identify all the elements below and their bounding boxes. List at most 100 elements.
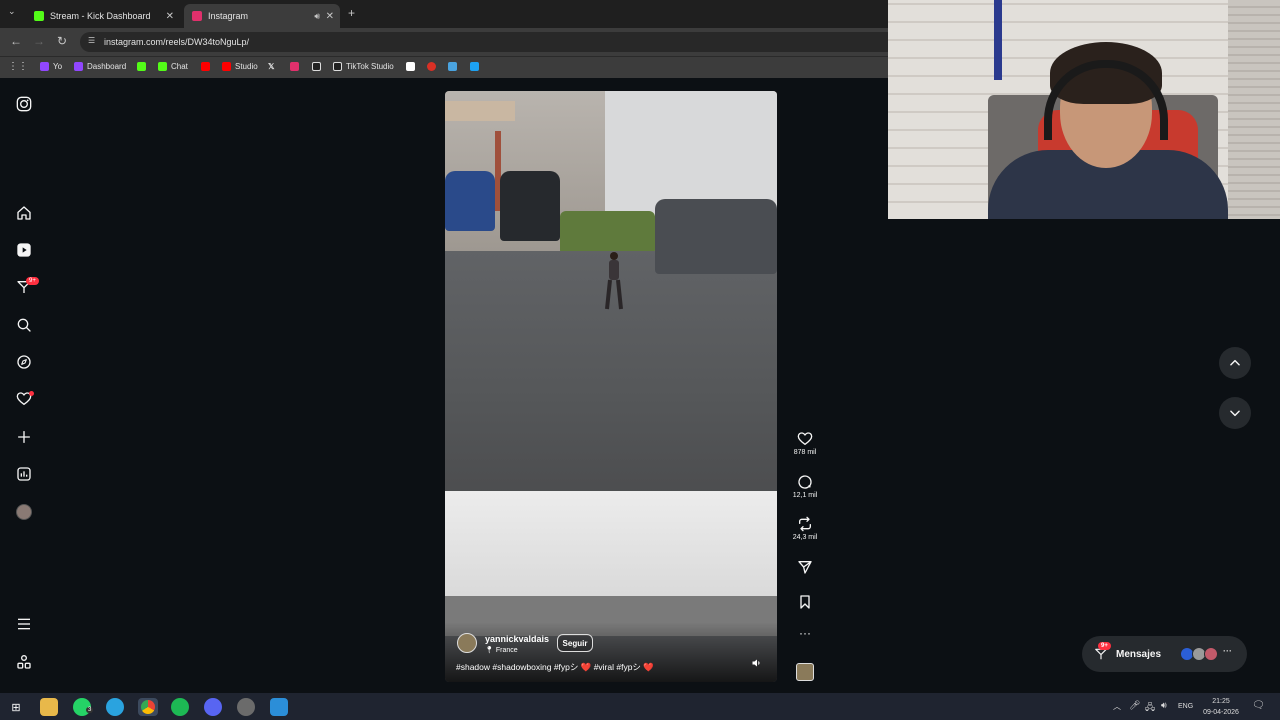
bookmark-tiktok-studio[interactable]: TikTok Studio (333, 62, 394, 71)
close-tab-icon[interactable]: ✕ (326, 11, 334, 22)
chevron-down-icon (1230, 410, 1240, 417)
messages-button[interactable]: 9+ Mensajes ··· (1082, 636, 1247, 672)
reload-button[interactable]: ↻ (57, 34, 67, 48)
instagram-logo-icon[interactable] (16, 96, 32, 112)
scene-grass (560, 211, 655, 256)
comment-action[interactable]: 12,1 mil (789, 474, 821, 499)
network-icon[interactable]: 🖧︎ (1145, 700, 1155, 716)
obs-icon[interactable] (237, 698, 255, 716)
author-name[interactable]: yannickvaldais (485, 634, 549, 644)
tab-title: Stream - Kick Dashboard (50, 11, 151, 21)
bookmark-yo[interactable]: Yo (40, 62, 62, 71)
windows-start-icon[interactable]: ⊞ (7, 698, 25, 716)
url-input[interactable]: ☰ instagram.com/reels/DW34toNguLp/ (80, 32, 888, 52)
share-icon[interactable] (797, 559, 813, 575)
share-action[interactable] (789, 559, 821, 575)
sparkle-icon (448, 62, 457, 71)
kick-icon (158, 62, 167, 71)
tray-chevron-icon[interactable]: ︿ (1113, 701, 1121, 712)
twitch-icon (74, 62, 83, 71)
repost-icon[interactable] (797, 516, 813, 532)
create-plus-icon[interactable] (16, 429, 32, 445)
messages-badge: 9+ (1098, 642, 1111, 650)
clock-date: 09-04-2026 (1203, 709, 1239, 716)
input-language[interactable]: ENG (1178, 703, 1193, 710)
youtube-icon (201, 62, 210, 71)
like-heart-icon[interactable] (797, 431, 813, 447)
previous-reel-button[interactable] (1219, 347, 1251, 379)
system-clock[interactable]: 21:25 09-04-2026 (1196, 696, 1246, 718)
spotify-icon[interactable] (171, 698, 189, 716)
telegram-icon[interactable] (106, 698, 124, 716)
tab-kick-dashboard[interactable]: Stream - Kick Dashboard ✕ (26, 4, 180, 28)
scene-blue-car (445, 171, 495, 231)
search-icon[interactable] (16, 317, 32, 333)
twitch-icon (40, 62, 49, 71)
bookmark-tiktok[interactable] (312, 62, 325, 71)
audio-thumbnail[interactable] (796, 663, 814, 681)
webcam-flag (994, 0, 1002, 80)
discord-icon[interactable] (204, 698, 222, 716)
bookmark-icon[interactable] (797, 594, 813, 610)
author-location[interactable]: 📍︎ France (485, 646, 518, 654)
home-icon[interactable] (16, 205, 32, 221)
scene-person (605, 252, 623, 310)
microphone-icon[interactable]: 🎤︎ (1129, 700, 1140, 711)
activity-dot (29, 391, 34, 396)
bookmark-instagram[interactable] (290, 62, 303, 71)
youtube-icon (222, 62, 231, 71)
bookmark-youtube[interactable] (201, 62, 214, 71)
speaker-icon[interactable]: 🔊︎ (314, 11, 320, 22)
save-action[interactable] (789, 594, 821, 610)
next-reel-button[interactable] (1219, 397, 1251, 429)
explore-icon[interactable] (16, 354, 32, 370)
author-avatar[interactable] (457, 633, 477, 653)
clock-time: 21:25 (1212, 698, 1230, 705)
close-tab-icon[interactable]: ✕ (166, 11, 174, 22)
tab-instagram[interactable]: Instagram 🔊︎ ✕ (184, 4, 340, 28)
new-tab-button[interactable]: + (348, 6, 355, 20)
webcam-overlay (888, 0, 1280, 219)
comment-count: 12,1 mil (792, 492, 818, 499)
back-button[interactable]: ← (10, 34, 22, 48)
bookmark-studio[interactable]: Studio (222, 62, 258, 71)
bookmark-kick[interactable] (137, 62, 150, 71)
site-info-icon[interactable]: ☰ (88, 36, 95, 45)
messages-label: Mensajes (1116, 648, 1162, 660)
bookmark-x[interactable]: 𝕏 (268, 62, 274, 71)
scene-awning (445, 101, 515, 121)
file-explorer-icon[interactable] (40, 698, 58, 716)
bookmark-extra-4[interactable] (470, 62, 483, 71)
bookmark-dashboard[interactable]: Dashboard (74, 62, 126, 71)
chrome-icon[interactable] (138, 698, 158, 716)
profile-avatar[interactable] (16, 504, 32, 520)
apps-grid-icon[interactable]: ⋮⋮ (8, 61, 28, 72)
follow-button[interactable]: Seguir (557, 634, 593, 652)
bookmark-chat[interactable]: Chat (158, 62, 188, 71)
volume-icon[interactable] (751, 657, 763, 669)
bookmark-extra-2[interactable] (427, 62, 440, 71)
app-icon[interactable] (270, 698, 288, 716)
notification-badge: 9+ (26, 277, 39, 285)
scene-grey-suv (655, 199, 777, 274)
menu-icon[interactable] (16, 616, 32, 632)
reel-caption[interactable]: #shadow #shadowboxing #fypシ ❤️ #viral #f… (456, 661, 654, 673)
app-icon (470, 62, 479, 71)
volume-icon[interactable]: 🔊︎ (1161, 700, 1167, 711)
tab-search-icon[interactable]: ⌄ (8, 6, 16, 17)
tab-title: Instagram (208, 11, 249, 21)
bookmark-extra-1[interactable] (406, 62, 419, 71)
like-action[interactable]: 878 mil (789, 431, 821, 456)
notifications-icon[interactable]: 🗨︎ (1252, 700, 1265, 711)
repost-action[interactable]: 24,3 mil (789, 516, 821, 541)
also-from-meta-icon[interactable] (16, 654, 32, 670)
bookmark-extra-3[interactable] (448, 62, 461, 71)
windows-taskbar: ⊞ 3 ︿ 🎤︎ 🖧︎ 🔊︎ ENG 21:25 09-04-2026 🗨︎ (0, 693, 1280, 720)
bookmarks-bar: ⋮⋮ Yo Dashboard Chat Studio 𝕏 TikTok Stu… (0, 56, 888, 78)
reels-icon[interactable] (16, 242, 32, 258)
dashboard-icon[interactable] (16, 466, 32, 482)
forward-button[interactable]: → (33, 34, 45, 48)
more-options-icon[interactable]: ··· (789, 626, 821, 640)
reel-video[interactable]: yannickvaldais 📍︎ France Seguir #shadow … (445, 91, 777, 682)
comment-icon[interactable] (797, 474, 813, 490)
